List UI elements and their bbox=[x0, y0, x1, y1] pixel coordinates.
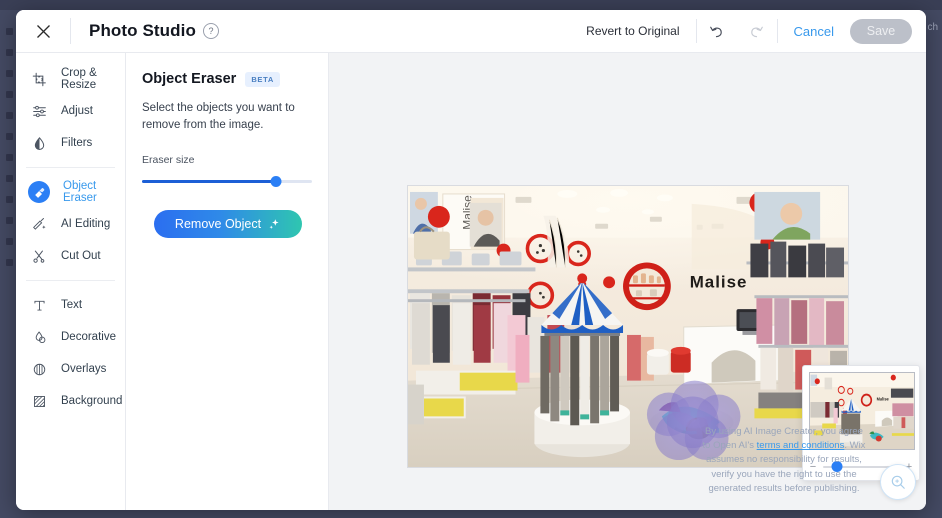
sidebar-item-label: Background bbox=[61, 395, 123, 407]
backdrop-edge-text: ch bbox=[927, 22, 938, 33]
status-badge: BETA bbox=[245, 71, 280, 87]
redo-icon bbox=[751, 26, 763, 37]
svg-text:Malise: Malise bbox=[689, 272, 747, 291]
undo-button[interactable] bbox=[697, 10, 737, 52]
object-eraser-panel: Object Eraser BETA Select the objects yo… bbox=[126, 53, 329, 510]
cut-out-scissors-icon bbox=[30, 247, 48, 265]
sidebar-item-cut-out[interactable]: Cut Out bbox=[16, 240, 125, 272]
sidebar-item-label: AI Editing bbox=[61, 218, 111, 230]
close-button[interactable] bbox=[16, 10, 70, 52]
help-circle-icon[interactable]: ? bbox=[202, 23, 219, 39]
ai-disclaimer: By using AI Image Creator, you agree to … bbox=[642, 425, 926, 496]
sparkle-icon bbox=[269, 219, 279, 229]
eraser-size-label: Eraser size bbox=[142, 154, 195, 167]
redo-button[interactable] bbox=[737, 10, 777, 52]
terms-and-conditions-link[interactable]: terms and conditions bbox=[757, 440, 845, 451]
sidebar-item-label: Overlays bbox=[61, 363, 107, 375]
sidebar-item-label: Text bbox=[61, 299, 83, 311]
slider-thumb[interactable] bbox=[270, 176, 282, 188]
eraser-size-slider[interactable] bbox=[142, 176, 312, 188]
sidebar-item-label: Crop & Resize bbox=[61, 67, 97, 91]
backdrop-top-bar bbox=[0, 0, 942, 10]
title-group: Photo Studio ? bbox=[71, 21, 219, 41]
remove-object-label: Remove Object bbox=[174, 217, 262, 232]
photo-studio-modal: Photo Studio ? Revert to Original Cancel… bbox=[16, 10, 926, 510]
sidebar-divider-2 bbox=[26, 280, 115, 281]
sidebar-item-label: Decorative bbox=[61, 331, 116, 343]
sidebar-item-ai-editing[interactable]: AI Editing bbox=[16, 208, 125, 240]
decorative-shapes-icon bbox=[30, 328, 48, 346]
crop-resize-icon bbox=[30, 70, 48, 88]
sidebar-item-label: Object Eraser bbox=[63, 180, 97, 204]
slider-fill bbox=[142, 180, 277, 184]
sidebar-item-overlays[interactable]: Overlays bbox=[16, 353, 125, 385]
sidebar-item-adjust[interactable]: Adjust bbox=[16, 95, 125, 127]
sidebar-item-decorative[interactable]: Decorative bbox=[16, 321, 125, 353]
canvas-area: Malise Malise Malise − By using AI Image… bbox=[329, 53, 926, 510]
svg-text:Malise: Malise bbox=[877, 396, 890, 401]
adjust-sliders-icon bbox=[30, 102, 48, 120]
sidebar-item-filters[interactable]: Filters bbox=[16, 127, 125, 159]
header-actions: Revert to Original Cancel Save bbox=[570, 10, 926, 52]
sidebar-item-label: Adjust bbox=[61, 105, 93, 117]
filters-droplet-icon bbox=[30, 134, 48, 152]
sidebar-item-crop-resize[interactable]: Crop & Resize bbox=[16, 63, 125, 95]
undo-icon bbox=[710, 26, 722, 37]
object-eraser-icon bbox=[28, 181, 50, 203]
panel-title: Object Eraser bbox=[142, 71, 237, 87]
text-icon bbox=[30, 296, 48, 314]
revert-to-original-button[interactable]: Revert to Original bbox=[570, 24, 695, 38]
cancel-button[interactable]: Cancel bbox=[778, 24, 850, 39]
sidebar-item-background[interactable]: Background bbox=[16, 385, 125, 417]
sidebar-item-text[interactable]: Text bbox=[16, 289, 125, 321]
remove-object-button[interactable]: Remove Object bbox=[154, 210, 302, 239]
tools-sidebar: Crop & Resize Adjust Filters Object Eras… bbox=[16, 53, 126, 510]
panel-header: Object Eraser BETA bbox=[142, 71, 312, 87]
modal-body: Crop & Resize Adjust Filters Object Eras… bbox=[16, 53, 926, 510]
ai-brush-icon bbox=[30, 215, 48, 233]
close-icon bbox=[36, 24, 50, 38]
save-button[interactable]: Save bbox=[850, 18, 912, 44]
background-pattern-icon bbox=[30, 392, 48, 410]
sidebar-item-object-eraser[interactable]: Object Eraser bbox=[16, 176, 125, 208]
panel-description: Select the objects you want to remove fr… bbox=[142, 102, 295, 131]
page-title: Photo Studio bbox=[89, 21, 196, 40]
overlays-icon bbox=[30, 360, 48, 378]
modal-header: Photo Studio ? Revert to Original Cancel… bbox=[16, 10, 926, 53]
sidebar-item-label: Cut Out bbox=[61, 250, 101, 262]
sidebar-divider bbox=[26, 167, 115, 168]
sidebar-item-label: Filters bbox=[61, 137, 93, 149]
